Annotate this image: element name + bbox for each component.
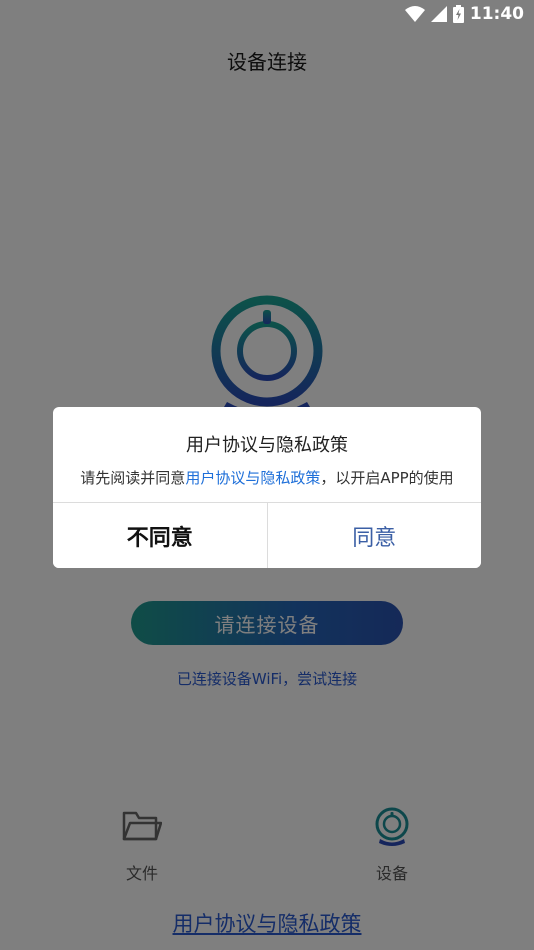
dialog-actions: 不同意 同意: [53, 502, 481, 568]
disagree-button[interactable]: 不同意: [53, 503, 268, 568]
dialog-message-suffix: ，以开启APP的使用: [320, 469, 454, 487]
dialog-title: 用户协议与隐私政策: [186, 435, 348, 456]
policy-dialog: 用户协议与隐私政策 请先阅读并同意用户协议与隐私政策，以开启APP的使用 不同意…: [53, 407, 481, 568]
dialog-policy-link[interactable]: 用户协议与隐私政策: [185, 469, 320, 487]
dialog-message-prefix: 请先阅读并同意: [80, 469, 186, 487]
status-bar: 11:40: [0, 0, 534, 28]
cellular-signal-icon: [430, 6, 447, 22]
battery-charging-icon: [452, 5, 464, 23]
agree-button[interactable]: 同意: [267, 503, 481, 568]
status-time: 11:40: [469, 4, 524, 24]
dialog-message: 请先阅读并同意用户协议与隐私政策，以开启APP的使用: [53, 467, 481, 488]
wifi-icon: [404, 6, 425, 22]
